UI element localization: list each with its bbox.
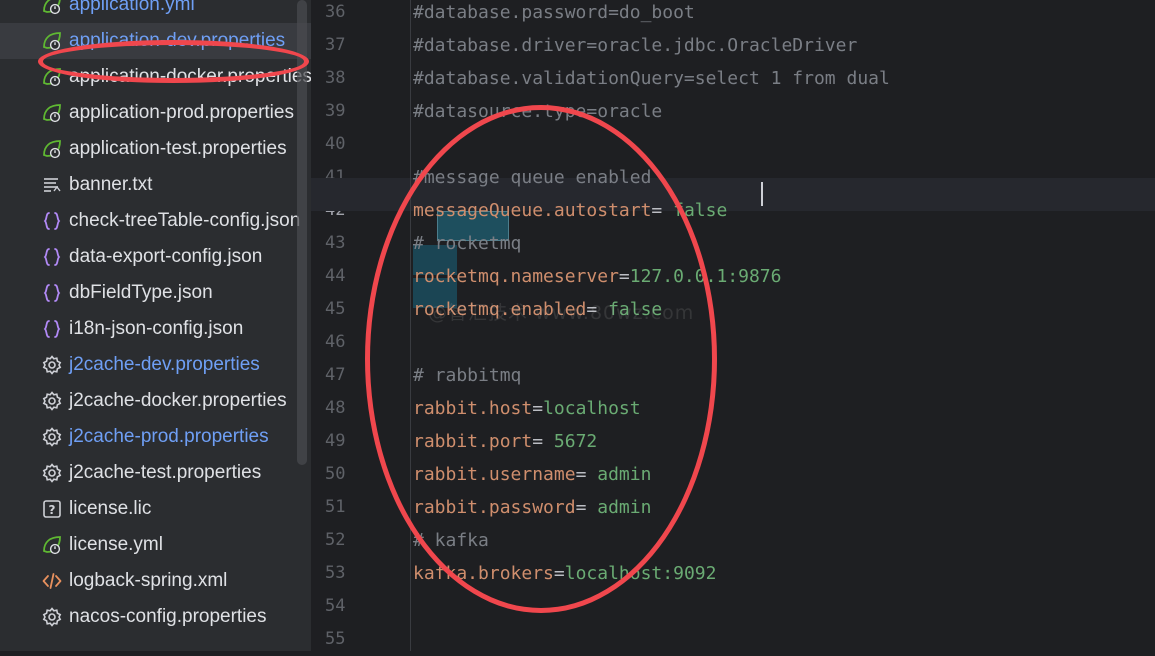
tree-item-label: j2cache-prod.properties <box>69 426 269 447</box>
xml-code-icon <box>41 570 63 592</box>
json-braces-icon <box>41 246 63 268</box>
spring-leaf-icon <box>41 138 63 160</box>
tree-item[interactable]: application.yml <box>0 0 311 23</box>
tree-item[interactable]: nacos-config.properties <box>0 599 311 635</box>
tree-item-label: j2cache-dev.properties <box>69 354 260 375</box>
tree-item-label: banner.txt <box>69 174 153 195</box>
gear-icon <box>41 426 63 448</box>
line-number: 52 <box>325 530 346 550</box>
tree-item[interactable]: j2cache-test.properties <box>0 455 311 491</box>
line-number: 36 <box>325 2 346 22</box>
red-circle-annotation-config <box>365 105 717 613</box>
tree-item-label: j2cache-test.properties <box>69 462 262 483</box>
line-number: 38 <box>325 68 346 88</box>
tree-item-label: j2cache-docker.properties <box>69 390 287 411</box>
json-braces-icon <box>41 282 63 304</box>
tree-item[interactable]: application-test.properties <box>0 131 311 167</box>
tree-item-label: dbFieldType.json <box>69 282 213 303</box>
tree-item-label: license.lic <box>69 498 152 519</box>
tree-item-label: application-test.properties <box>69 138 287 159</box>
json-braces-icon <box>41 318 63 340</box>
tree-item[interactable]: banner.txt <box>0 167 311 203</box>
tree-item[interactable]: data-export-config.json <box>0 239 311 275</box>
code-line[interactable]: #database.driver=oracle.jdbc.OracleDrive… <box>413 29 857 62</box>
tree-item-label: i18n-json-config.json <box>69 318 244 339</box>
red-circle-annotation-file <box>38 40 309 83</box>
code-token-comment: #database.password=do_boot <box>413 2 695 23</box>
tree-item-label: license.yml <box>69 534 163 555</box>
gear-icon <box>41 606 63 628</box>
tree-item-label: application.yml <box>69 0 195 15</box>
tree-item[interactable]: j2cache-prod.properties <box>0 419 311 455</box>
line-number: 54 <box>325 596 346 616</box>
json-braces-icon <box>41 210 63 232</box>
code-token-comment: #database.driver=oracle.jdbc.OracleDrive… <box>413 35 858 56</box>
tree-item[interactable]: logback-spring.xml <box>0 563 311 599</box>
line-number: 55 <box>325 629 346 649</box>
line-number: 40 <box>325 134 346 154</box>
text-file-icon <box>41 174 63 196</box>
code-line[interactable]: #database.password=do_boot <box>413 0 695 29</box>
gear-icon <box>41 462 63 484</box>
gear-icon <box>41 354 63 376</box>
line-number: 53 <box>325 563 346 583</box>
code-token-comment: #database.validationQuery=select 1 from … <box>413 68 890 89</box>
tree-item[interactable]: j2cache-docker.properties <box>0 383 311 419</box>
tree-item[interactable]: check-treeTable-config.json <box>0 203 311 239</box>
spring-leaf-icon <box>41 102 63 124</box>
tree-item[interactable]: i18n-json-config.json <box>0 311 311 347</box>
tree-item-label: check-treeTable-config.json <box>69 210 301 231</box>
spring-leaf-icon <box>41 0 63 16</box>
tree-item-label: logback-spring.xml <box>69 570 228 591</box>
tree-item[interactable]: dbFieldType.json <box>0 275 311 311</box>
line-number: 37 <box>325 35 346 55</box>
tree-item-label: nacos-config.properties <box>69 606 267 627</box>
line-number: 39 <box>325 101 346 121</box>
unknown-file-icon: ? <box>41 498 63 520</box>
text-caret <box>761 182 763 206</box>
svg-text:?: ? <box>49 503 56 517</box>
tree-item[interactable]: application-prod.properties <box>0 95 311 131</box>
spring-leaf-icon <box>41 534 63 556</box>
tree-item[interactable]: ? license.lic <box>0 491 311 527</box>
tree-item[interactable]: license.yml <box>0 527 311 563</box>
tree-item-label: data-export-config.json <box>69 246 263 267</box>
code-line[interactable]: #database.validationQuery=select 1 from … <box>413 62 890 95</box>
project-file-tree: application.yml application-dev.propertie… <box>0 0 311 651</box>
tree-item[interactable]: j2cache-dev.properties <box>0 347 311 383</box>
tree-item-label: application-prod.properties <box>69 102 294 123</box>
gear-icon <box>41 390 63 412</box>
